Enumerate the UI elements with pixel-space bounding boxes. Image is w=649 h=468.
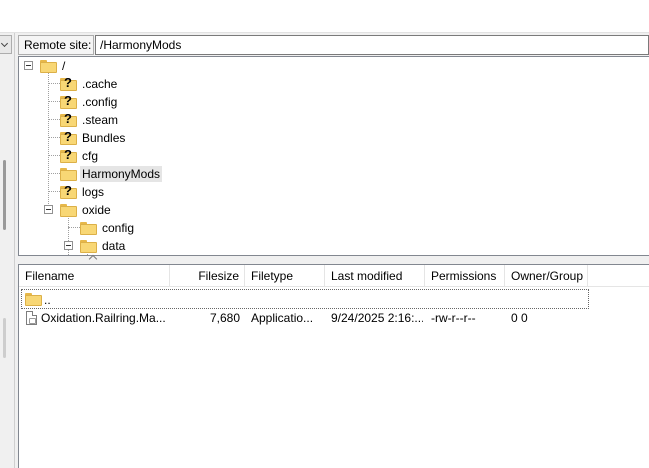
unknown-folder-icon: ? bbox=[60, 147, 77, 163]
tree-item-label: .cache bbox=[82, 77, 118, 91]
tree-item-oxide-config[interactable]: config bbox=[80, 219, 136, 237]
column-header-owner-group[interactable]: Owner/Group bbox=[505, 265, 588, 287]
file-type: Applicatio... bbox=[251, 311, 314, 325]
tree-connector bbox=[48, 83, 60, 84]
tree-connector bbox=[48, 101, 60, 102]
collapse-oxide-toggle[interactable] bbox=[44, 205, 53, 214]
parent-directory-row[interactable]: .. bbox=[21, 289, 589, 309]
tree-item-oxide-data[interactable]: data bbox=[80, 237, 127, 255]
remote-directory-tree[interactable]: / ? .cache ? .config ? .steam ? Bundles … bbox=[18, 56, 649, 256]
unknown-folder-icon: ? bbox=[60, 183, 77, 199]
file-icon bbox=[26, 311, 37, 325]
remote-file-list[interactable]: Filename Filesize Filetype Last modified… bbox=[18, 264, 649, 468]
tree-connector bbox=[48, 173, 60, 174]
remote-site-bar: Remote site: /HarmonyMods bbox=[18, 33, 649, 56]
collapse-data-toggle[interactable] bbox=[64, 241, 73, 250]
tree-connector bbox=[68, 227, 80, 228]
tree-item-logs[interactable]: ? logs bbox=[60, 183, 106, 201]
file-last-modified: 9/24/2025 2:16:... bbox=[331, 311, 423, 325]
tree-item-label: data bbox=[102, 239, 126, 253]
local-tree-scrollbar-thumb[interactable] bbox=[3, 160, 6, 230]
tree-connector bbox=[48, 137, 60, 138]
top-toolbar-area bbox=[0, 0, 649, 33]
parent-directory-label: .. bbox=[44, 293, 51, 307]
column-header-row: Filename Filesize Filetype Last modified… bbox=[19, 265, 649, 287]
local-pane-edge bbox=[0, 33, 15, 468]
tree-item-label: logs bbox=[82, 185, 105, 199]
file-name: Oxidation.Railring.Ma... bbox=[41, 311, 166, 325]
tree-item-label: config bbox=[102, 221, 135, 235]
tree-item-label: cfg bbox=[82, 149, 99, 163]
tree-item-label: .steam bbox=[82, 113, 119, 127]
tree-item-bundles[interactable]: ? Bundles bbox=[60, 129, 127, 147]
unknown-folder-icon: ? bbox=[60, 93, 77, 109]
tree-item-cache[interactable]: ? .cache bbox=[60, 75, 119, 93]
tree-item-steam[interactable]: ? .steam bbox=[60, 111, 120, 129]
tree-item-cfg[interactable]: ? cfg bbox=[60, 147, 100, 165]
column-header-filetype[interactable]: Filetype bbox=[245, 265, 325, 287]
folder-icon bbox=[60, 167, 77, 181]
tree-item-label: oxide bbox=[82, 203, 111, 217]
tree-item-config[interactable]: ? .config bbox=[60, 93, 119, 111]
column-header-last-modified[interactable]: Last modified bbox=[325, 265, 425, 287]
pane-splitter[interactable] bbox=[18, 254, 649, 264]
tree-item-label: .config bbox=[82, 95, 118, 109]
tree-connector bbox=[48, 191, 60, 192]
unknown-folder-icon: ? bbox=[60, 129, 77, 145]
tree-item-harmonymods[interactable]: HarmonyMods bbox=[60, 165, 163, 183]
unknown-folder-icon: ? bbox=[60, 111, 77, 127]
tree-item-root[interactable]: / bbox=[40, 57, 67, 75]
tree-connector bbox=[48, 119, 60, 120]
local-list-scrollbar-thumb[interactable] bbox=[3, 318, 6, 358]
column-header-filesize[interactable]: Filesize bbox=[170, 265, 245, 287]
local-site-dropdown-button[interactable] bbox=[0, 35, 12, 54]
file-owner-group: 0 0 bbox=[511, 311, 528, 325]
collapse-root-toggle[interactable] bbox=[24, 61, 33, 70]
unknown-folder-icon: ? bbox=[60, 75, 77, 91]
tree-item-label: HarmonyMods bbox=[80, 166, 163, 182]
tree-connector bbox=[48, 71, 49, 208]
tree-connector bbox=[48, 155, 60, 156]
file-permissions: -rw-r--r-- bbox=[431, 311, 476, 325]
folder-icon bbox=[80, 221, 97, 235]
folder-icon bbox=[60, 203, 77, 217]
folder-icon bbox=[40, 59, 57, 73]
tree-item-label: / bbox=[62, 59, 66, 73]
column-header-permissions[interactable]: Permissions bbox=[425, 265, 505, 287]
folder-icon bbox=[80, 239, 97, 253]
sort-ascending-icon bbox=[88, 254, 98, 264]
file-size: 7,680 bbox=[209, 311, 240, 325]
folder-icon bbox=[25, 293, 42, 306]
tree-item-label: Bundles bbox=[82, 131, 126, 145]
tree-item-oxide[interactable]: oxide bbox=[60, 201, 113, 219]
remote-site-path-input[interactable]: /HarmonyMods bbox=[95, 35, 649, 55]
column-header-filename[interactable]: Filename bbox=[19, 265, 170, 287]
remote-site-label: Remote site: bbox=[18, 35, 94, 55]
table-row[interactable]: Oxidation.Railring.Ma... 7,680 Applicati… bbox=[19, 308, 649, 328]
